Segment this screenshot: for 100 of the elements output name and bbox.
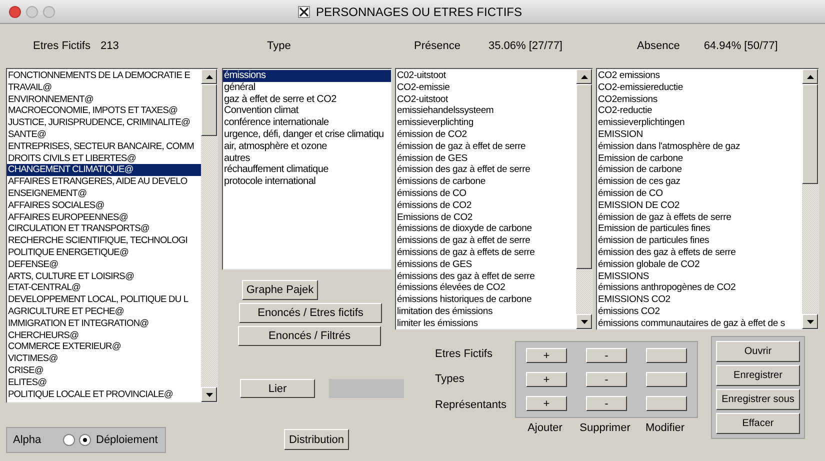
scrollbar[interactable] xyxy=(576,69,592,329)
list-item[interactable]: JUSTICE, JURISPRUDENCE, CRIMINALITE@ xyxy=(7,117,201,129)
list-item[interactable]: émissions de gaz à effets de serre xyxy=(396,246,576,259)
list-item[interactable]: émissions de CO2 xyxy=(396,200,576,212)
list-item[interactable]: DROITS CIVILS ET LIBERTES@ xyxy=(7,152,201,164)
list-item[interactable]: ETAT-CENTRAL@ xyxy=(7,282,201,294)
list-item[interactable]: émission dans l'atmosphère de gaz xyxy=(597,140,802,153)
list-item[interactable]: émission de gaz à effet de serre xyxy=(396,140,576,153)
list-item[interactable]: AGRICULTURE ET PECHE@ xyxy=(7,306,201,318)
list-item[interactable]: FONCTIONNEMENTS DE LA DEMOCRATIE E xyxy=(7,70,201,82)
modify-button[interactable] xyxy=(646,396,687,411)
file-button[interactable]: Ouvrir xyxy=(716,341,800,362)
list-item[interactable]: émission des gaz à effets de serre xyxy=(597,246,802,259)
list-item[interactable]: limitation des émissions xyxy=(396,306,576,318)
list-item[interactable]: CO2-uitstoot xyxy=(396,94,576,106)
list-item[interactable]: Emission de particules fines xyxy=(597,223,802,236)
radio-option[interactable]: Déploiement xyxy=(79,434,158,446)
list-item[interactable]: CRISE@ xyxy=(7,364,201,377)
list-item[interactable]: IMMIGRATION ET INTEGRATION@ xyxy=(7,318,201,330)
add-button[interactable]: + xyxy=(526,348,567,363)
list-item[interactable]: émission de CO2 xyxy=(396,128,576,141)
add-button[interactable]: + xyxy=(526,396,567,411)
list-item[interactable]: émissions CO2 xyxy=(597,306,802,318)
list-item[interactable]: limiter les émissions xyxy=(396,318,576,329)
list-item[interactable]: COMMERCE EXTERIEUR@ xyxy=(7,341,201,354)
modify-button[interactable] xyxy=(646,348,687,363)
list-item[interactable]: CO2emissions xyxy=(597,94,802,106)
list-item[interactable]: émissions communautaires de gaz à effet de s xyxy=(597,318,802,329)
list-item[interactable]: DEFENSE@ xyxy=(7,258,201,271)
list-item[interactable]: CO2-reductie xyxy=(597,105,802,118)
list-item[interactable]: CIRCULATION ET TRANSPORTS@ xyxy=(7,223,201,236)
list-item[interactable]: AFFAIRES ETRANGERES, AIDE AU DEVELO xyxy=(7,176,201,188)
list-item[interactable]: émissions élevées de CO2 xyxy=(396,282,576,294)
list-item[interactable]: ENVIRONNEMENT@ xyxy=(7,94,201,106)
radio-button[interactable] xyxy=(63,434,75,446)
close-button[interactable] xyxy=(9,6,21,18)
scrollbar[interactable] xyxy=(802,69,818,329)
list-item[interactable]: CHANGEMENT CLIMATIQUE@ xyxy=(7,164,201,176)
scroll-thumb[interactable] xyxy=(802,84,818,184)
list-item[interactable]: CO2-emissie xyxy=(396,82,576,94)
list-item[interactable]: réchauffement climatique xyxy=(223,164,391,176)
scrollbar[interactable] xyxy=(201,69,217,402)
list-item[interactable]: Emissions de CO2 xyxy=(396,212,576,224)
list-item[interactable]: POLITIQUE LOCALE ET PROVINCIALE@ xyxy=(7,388,201,400)
file-button[interactable]: Enregistrer sous xyxy=(716,389,800,410)
list-item[interactable]: émissions de GES xyxy=(396,258,576,271)
absence-list[interactable] xyxy=(596,68,819,330)
list-item[interactable]: conférence internationale xyxy=(223,117,391,129)
graph-button[interactable]: Graphe Pajek xyxy=(242,280,318,300)
remove-button[interactable]: - xyxy=(586,348,627,363)
list-item[interactable]: autres xyxy=(223,152,391,164)
list-item[interactable]: TRAVAIL@ xyxy=(7,82,201,94)
statements-button[interactable]: Enoncés / Etres fictifs xyxy=(239,303,382,323)
modify-button[interactable] xyxy=(646,372,687,387)
list-item[interactable]: émission de carbone xyxy=(597,164,802,176)
list-item[interactable]: émissions anthropogènes de CO2 xyxy=(597,282,802,294)
list-item[interactable]: CHERCHEURS@ xyxy=(7,330,201,342)
filtered-button[interactable]: Enoncés / Filtrés xyxy=(238,326,381,346)
list-item[interactable]: air, atmosphère et ozone xyxy=(223,140,391,153)
file-button[interactable]: Effacer xyxy=(716,413,800,434)
list-item[interactable]: EMISSION DE CO2 xyxy=(597,200,802,212)
list-item[interactable]: ENTREPRISES, SECTEUR BANCAIRE, COMM xyxy=(7,140,201,153)
list-item[interactable]: CO2-emissiereductie xyxy=(597,82,802,94)
presence-list[interactable] xyxy=(395,68,593,330)
list-item[interactable]: emissieverplichtingen xyxy=(597,117,802,129)
list-item[interactable]: émission des gaz à effet de serre xyxy=(396,164,576,176)
list-item[interactable]: émissions de carbone xyxy=(396,176,576,188)
list-item[interactable]: AFFAIRES EUROPEENNES@ xyxy=(7,212,201,224)
list-item[interactable]: VICTIMES@ xyxy=(7,353,201,365)
list-item[interactable]: émissions de dioxyde de carbone xyxy=(396,223,576,236)
list-item[interactable]: EMISSION xyxy=(597,128,802,141)
list-item[interactable]: RECHERCHE SCIENTIFIQUE, TECHNOLOGI xyxy=(7,235,201,247)
list-item[interactable]: émissions des gaz à effet de serre xyxy=(396,270,576,282)
list-item[interactable]: EMISSIONS CO2 xyxy=(597,294,802,306)
list-item[interactable]: C02-uitstoot xyxy=(396,70,576,82)
list-item[interactable]: émissions xyxy=(223,70,391,82)
list-item[interactable]: émissions de gaz à effet de serre xyxy=(396,235,576,247)
list-item[interactable]: émission de particules fines xyxy=(597,235,802,247)
scroll-thumb[interactable] xyxy=(201,84,217,136)
link-button[interactable]: Lier xyxy=(240,379,315,398)
list-item[interactable]: protocole international xyxy=(223,176,391,188)
list-item[interactable]: émissions de CO xyxy=(396,188,576,200)
list-item[interactable]: Convention climat xyxy=(223,105,391,118)
list-item[interactable]: émission de ces gaz xyxy=(597,176,802,188)
list-item[interactable]: DEVELOPPEMENT LOCAL, POLITIQUE DU L xyxy=(7,294,201,306)
list-item[interactable]: émission globale de CO2 xyxy=(597,258,802,271)
list-item[interactable]: EMISSIONS xyxy=(597,270,802,282)
remove-button[interactable]: - xyxy=(586,372,627,387)
list-item[interactable]: général xyxy=(223,82,391,94)
list-item[interactable]: ENSEIGNEMENT@ xyxy=(7,188,201,200)
etres-list[interactable] xyxy=(6,68,218,403)
list-item[interactable]: émission de CO xyxy=(597,188,802,200)
list-item[interactable]: émissions historiques de carbone xyxy=(396,294,576,306)
list-item[interactable]: CO2 emissions xyxy=(597,70,802,82)
list-item[interactable]: ELITES@ xyxy=(7,376,201,389)
list-item[interactable]: Emission de carbone xyxy=(597,152,802,164)
remove-button[interactable]: - xyxy=(586,396,627,411)
list-item[interactable]: POLITIQUE ENERGETIQUE@ xyxy=(7,246,201,259)
file-button[interactable]: Enregistrer xyxy=(716,365,800,386)
type-list[interactable] xyxy=(222,68,392,270)
